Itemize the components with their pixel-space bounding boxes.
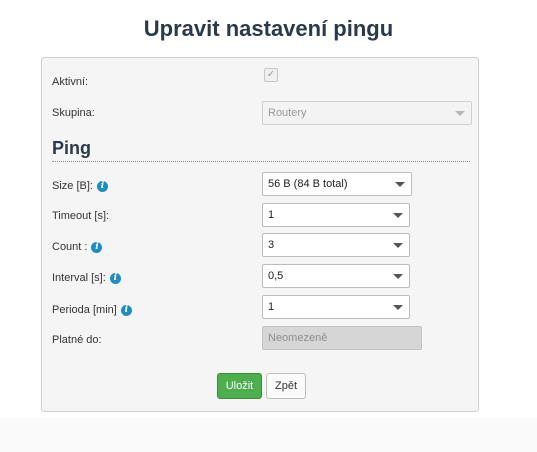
info-icon[interactable]: i [109, 272, 121, 284]
period-select[interactable]: 1 [262, 295, 410, 319]
count-select-value: 3 [268, 239, 275, 251]
group-select-value: Routery [268, 107, 307, 119]
active-checkbox[interactable]: ✓ [264, 68, 278, 82]
count-row: Count : i [52, 237, 103, 257]
section-divider [52, 161, 470, 162]
active-label: Aktivní: [52, 76, 89, 88]
count-label: Count : [52, 241, 88, 253]
valid-until-label: Platné do: [52, 334, 102, 346]
timeout-row: Timeout [s]: [52, 206, 109, 226]
size-row: Size [B]: i [52, 176, 108, 196]
group-label: Skupina: [52, 107, 95, 119]
chevron-down-icon [393, 243, 403, 248]
timeout-select[interactable]: 1 [262, 203, 410, 227]
period-row: Perioda [min] i [52, 300, 132, 320]
check-icon: ✓ [266, 69, 276, 80]
size-select[interactable]: 56 B (84 B total) [262, 172, 412, 196]
chevron-down-icon [393, 274, 403, 279]
valid-until-input[interactable]: Neomezeně [262, 326, 422, 350]
info-icon[interactable]: i [120, 304, 132, 316]
chevron-down-icon [455, 111, 465, 116]
timeout-select-value: 1 [268, 209, 275, 221]
chevron-down-icon [393, 213, 403, 218]
group-row: Skupina: [52, 103, 95, 123]
save-button[interactable]: Uložit [217, 373, 262, 399]
page-title: Upravit nastavení pingu [143, 16, 394, 41]
interval-select-value: 0,5 [268, 270, 284, 282]
edit-form-panel: Aktivní: ✓ Skupina: Routery Ping Size [B… [41, 57, 479, 412]
period-label: Perioda [min] [52, 304, 117, 316]
chevron-down-icon [393, 305, 403, 310]
back-button[interactable]: Zpět [266, 373, 306, 399]
chevron-down-icon [395, 182, 405, 187]
page-footer-area [0, 418, 537, 452]
info-icon[interactable]: i [96, 180, 108, 192]
interval-label: Interval [s]: [52, 272, 106, 284]
valid-until-placeholder: Neomezeně [268, 332, 328, 344]
info-icon[interactable]: i [91, 241, 103, 253]
interval-select[interactable]: 0,5 [262, 264, 410, 288]
size-label: Size [B]: [52, 180, 93, 192]
size-select-value: 56 B (84 B total) [268, 178, 348, 190]
interval-row: Interval [s]: i [52, 268, 121, 288]
period-select-value: 1 [268, 301, 275, 313]
active-row: Aktivní: [52, 72, 88, 92]
timeout-label: Timeout [s]: [52, 210, 110, 222]
valid-until-row: Platné do: [52, 330, 102, 350]
section-title-ping: Ping [52, 138, 91, 158]
group-select[interactable]: Routery [262, 101, 472, 125]
count-select[interactable]: 3 [262, 233, 410, 257]
